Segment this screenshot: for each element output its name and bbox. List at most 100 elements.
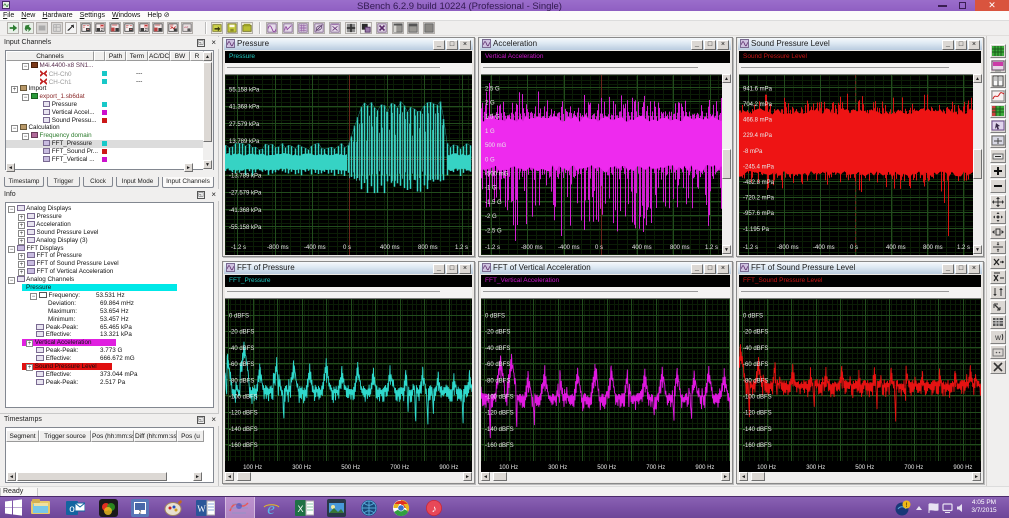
- svg-text:800 ms: 800 ms: [923, 245, 943, 251]
- svg-text:400 ms: 400 ms: [632, 245, 652, 251]
- svg-text:-80 dBFS: -80 dBFS: [229, 378, 254, 384]
- svg-text:13.789 kPa: 13.789 kPa: [229, 139, 260, 145]
- svg-text:1.2 s: 1.2 s: [455, 245, 468, 251]
- svg-text:-60 dBFS: -60 dBFS: [485, 362, 510, 368]
- svg-text:1.2 s: 1.2 s: [705, 245, 718, 251]
- svg-text:-1.2 s: -1.2 s: [485, 245, 500, 251]
- svg-text:-2 G: -2 G: [485, 214, 497, 220]
- svg-text:-60 dBFS: -60 dBFS: [743, 362, 768, 368]
- svg-text:-100 dBFS: -100 dBFS: [485, 395, 514, 401]
- svg-text:-500 mG: -500 mG: [485, 172, 509, 178]
- svg-text:-20 dBFS: -20 dBFS: [485, 330, 510, 336]
- svg-text:-120 dBFS: -120 dBFS: [485, 411, 514, 417]
- svg-text:-245.4 mPa: -245.4 mPa: [743, 164, 775, 170]
- svg-text:0 s: 0 s: [850, 245, 858, 251]
- svg-text:w: w: [994, 333, 1001, 342]
- svg-text:-55.158 kPa: -55.158 kPa: [229, 225, 262, 231]
- svg-text:800 ms: 800 ms: [418, 245, 438, 251]
- svg-text:-1.5 G: -1.5 G: [485, 200, 502, 206]
- svg-text:-160 dBFS: -160 dBFS: [485, 443, 514, 449]
- svg-text:700 Hz: 700 Hz: [904, 465, 923, 471]
- svg-text:1.5 G: 1.5 G: [485, 115, 500, 121]
- svg-text:1 G: 1 G: [485, 129, 495, 135]
- svg-text:-120 dBFS: -120 dBFS: [229, 411, 258, 417]
- svg-text:-40 dBFS: -40 dBFS: [743, 346, 768, 352]
- svg-text:-27.579 kPa: -27.579 kPa: [229, 191, 262, 197]
- svg-text:-1.195 Pa: -1.195 Pa: [743, 227, 770, 233]
- svg-text:500 Hz: 500 Hz: [341, 465, 360, 471]
- svg-text:55.158 kPa: 55.158 kPa: [229, 88, 260, 94]
- svg-text:X: X: [297, 504, 303, 514]
- svg-text:-80 dBFS: -80 dBFS: [743, 378, 768, 384]
- svg-text:♪: ♪: [432, 504, 437, 515]
- svg-text:466.8 mPa: 466.8 mPa: [743, 118, 773, 124]
- svg-text:500 Hz: 500 Hz: [597, 465, 616, 471]
- svg-text:-800 ms: -800 ms: [521, 245, 543, 251]
- svg-text:2.5 G: 2.5 G: [485, 86, 500, 92]
- svg-text:500 Hz: 500 Hz: [855, 465, 874, 471]
- svg-text:900 Hz: 900 Hz: [953, 465, 972, 471]
- svg-text:-20 dBFS: -20 dBFS: [743, 330, 768, 336]
- svg-text:!: !: [906, 503, 908, 509]
- svg-text:0 dBFS: 0 dBFS: [485, 314, 505, 320]
- svg-text:941.6 mPa: 941.6 mPa: [743, 86, 773, 92]
- svg-text:-100 dBFS: -100 dBFS: [229, 395, 258, 401]
- svg-text:-41.368 kPa: -41.368 kPa: [229, 208, 262, 214]
- svg-text:e: e: [267, 499, 275, 517]
- svg-text:o: o: [69, 504, 75, 515]
- svg-text:-400 ms: -400 ms: [304, 245, 326, 251]
- svg-text:-140 dBFS: -140 dBFS: [485, 427, 514, 433]
- svg-text:-800 ms: -800 ms: [267, 245, 289, 251]
- svg-text:0 G: 0 G: [485, 157, 495, 163]
- svg-text:0 s: 0 s: [595, 245, 603, 251]
- svg-text:-160 dBFS: -160 dBFS: [229, 443, 258, 449]
- svg-text:-1.2 s: -1.2 s: [231, 245, 246, 251]
- svg-text:300 Hz: 300 Hz: [292, 465, 311, 471]
- svg-text:-100 dBFS: -100 dBFS: [743, 395, 772, 401]
- svg-text:27.579 kPa: 27.579 kPa: [229, 122, 260, 128]
- svg-text:704.2 mPa: 704.2 mPa: [743, 102, 773, 108]
- svg-text:229.4 mPa: 229.4 mPa: [743, 133, 773, 139]
- svg-text:-120 dBFS: -120 dBFS: [743, 411, 772, 417]
- svg-text:-13.789 kPa: -13.789 kPa: [229, 174, 262, 180]
- svg-text:300 Hz: 300 Hz: [806, 465, 825, 471]
- svg-text:900 Hz: 900 Hz: [439, 465, 458, 471]
- svg-text:800 ms: 800 ms: [670, 245, 690, 251]
- svg-text:-1.2 s: -1.2 s: [743, 245, 758, 251]
- svg-text:100 Hz: 100 Hz: [243, 465, 262, 471]
- svg-text:1.2 s: 1.2 s: [957, 245, 970, 251]
- svg-text:700 Hz: 700 Hz: [646, 465, 665, 471]
- svg-text:100 Hz: 100 Hz: [757, 465, 776, 471]
- svg-text:-800 ms: -800 ms: [777, 245, 799, 251]
- svg-text:500 mG: 500 mG: [485, 143, 507, 149]
- svg-text:-40 dBFS: -40 dBFS: [485, 346, 510, 352]
- svg-text:2 G: 2 G: [485, 101, 495, 107]
- svg-text:-482.8 mPa: -482.8 mPa: [743, 180, 775, 186]
- svg-text:W: W: [197, 504, 206, 514]
- svg-text:100 Hz: 100 Hz: [499, 465, 518, 471]
- svg-text:-140 dBFS: -140 dBFS: [229, 427, 258, 433]
- svg-text:-60 dBFS: -60 dBFS: [229, 362, 254, 368]
- svg-text:-160 dBFS: -160 dBFS: [743, 443, 772, 449]
- svg-text:-400 ms: -400 ms: [558, 245, 580, 251]
- svg-text:-400 ms: -400 ms: [813, 245, 835, 251]
- svg-text:-140 dBFS: -140 dBFS: [743, 427, 772, 433]
- svg-text:300 Hz: 300 Hz: [548, 465, 567, 471]
- svg-text:-80 dBFS: -80 dBFS: [485, 378, 510, 384]
- svg-text:-1 G: -1 G: [485, 186, 497, 192]
- svg-text:-40 dBFS: -40 dBFS: [229, 346, 254, 352]
- svg-text:-8 mPa: -8 mPa: [743, 149, 763, 155]
- svg-text:-2.5 G: -2.5 G: [485, 228, 502, 234]
- svg-text:400 ms: 400 ms: [886, 245, 906, 251]
- svg-text:41.368 kPa: 41.368 kPa: [229, 105, 260, 111]
- svg-text:700 Hz: 700 Hz: [390, 465, 409, 471]
- svg-text:-20 dBFS: -20 dBFS: [229, 330, 254, 336]
- svg-text:0 s: 0 s: [343, 245, 351, 251]
- svg-text:-957.6 mPa: -957.6 mPa: [743, 211, 775, 217]
- svg-text:400 ms: 400 ms: [380, 245, 400, 251]
- svg-text:0 dBFS: 0 dBFS: [229, 314, 249, 320]
- svg-text:0 dBFS: 0 dBFS: [743, 314, 763, 320]
- svg-text:2: 2: [139, 510, 142, 516]
- svg-text:900 Hz: 900 Hz: [695, 465, 714, 471]
- svg-text:-720.2 mPa: -720.2 mPa: [743, 196, 775, 202]
